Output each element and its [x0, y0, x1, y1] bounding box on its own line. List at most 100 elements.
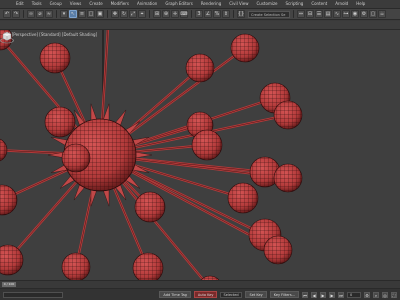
front-sphere-wireframe	[61, 143, 91, 173]
move-icon[interactable]: ✥	[111, 10, 119, 18]
scale-icon[interactable]: ⤢	[129, 10, 137, 18]
menu-group[interactable]: Group	[46, 0, 66, 8]
render-production-icon[interactable]: ☕	[378, 10, 386, 18]
menu-civil-view[interactable]: Civil View	[225, 0, 252, 8]
render-setup-icon[interactable]: ⚙	[360, 10, 368, 18]
current-frame-field[interactable]: 0	[347, 291, 361, 298]
set-key-button[interactable]: Set Key	[245, 291, 267, 298]
place-icon[interactable]: ⌖	[138, 10, 146, 18]
toolbar-divider	[107, 10, 108, 18]
key-mode-dropdown[interactable]: Selected	[220, 291, 243, 298]
menu-customize[interactable]: Customize	[253, 0, 282, 8]
spinner-snap-icon[interactable]: ⇕	[222, 10, 230, 18]
menu-modifiers[interactable]: Modifiers	[107, 0, 133, 8]
menu-help[interactable]: Help	[352, 0, 369, 8]
chandelier-rods	[0, 30, 289, 288]
sphere-wireframe	[0, 184, 18, 216]
scene-svg	[0, 30, 303, 288]
pivot-center-icon[interactable]: ⊕	[162, 10, 170, 18]
sphere-wireframe	[273, 163, 303, 193]
add-time-tag-button[interactable]: Add Time Tag	[159, 291, 191, 298]
sphere-wireframe	[61, 252, 91, 282]
selection-filter-icon[interactable]: ▾	[60, 10, 68, 18]
menu-create[interactable]: Create	[85, 0, 106, 8]
select-by-name-icon[interactable]: ≡	[78, 10, 86, 18]
schematic-view-icon[interactable]: ⊶	[342, 10, 350, 18]
toolbar-divider	[233, 10, 234, 18]
viewport-label[interactable]: [+] [Perspective] [Standard] [Default Sh…	[4, 32, 97, 37]
window-crossing-icon[interactable]: ▣	[96, 10, 104, 18]
toolbar-divider	[23, 10, 24, 18]
toolbar-divider	[293, 10, 294, 18]
unlink-icon[interactable]: ⌀	[36, 10, 44, 18]
toolbar-divider	[149, 10, 150, 18]
toolbar-divider	[56, 10, 57, 18]
sphere-wireframe	[185, 53, 215, 83]
ribbon-tab-strip	[0, 21, 400, 30]
sphere-wireframe	[134, 191, 166, 223]
material-editor-icon[interactable]: ◉	[351, 10, 359, 18]
angle-snap-icon[interactable]: ∠	[204, 10, 212, 18]
main-toolbar: ↶ ↷ ∞ ⌀ ≈ ▾ ↖ ≡ □ ▣ ✥ ↻ ⤢ ⌖ ⊞ ⊕ ✛ ⌨ 3 ∠ …	[0, 9, 400, 20]
maximize-viewport-icon[interactable]: ⛶	[391, 291, 397, 298]
play-icon[interactable]: ▶	[320, 291, 326, 298]
maxscript-listener[interactable]	[3, 291, 63, 298]
select-manipulate-icon[interactable]: ✛	[171, 10, 179, 18]
sphere-wireframe	[0, 138, 8, 162]
time-slider-track[interactable]: 0 / 100	[0, 280, 400, 288]
layer-explorer-icon[interactable]: ☰	[315, 10, 323, 18]
time-slider[interactable]: 0 / 100	[2, 282, 16, 287]
sphere-wireframe	[263, 235, 293, 265]
rectangular-selection-icon[interactable]: □	[87, 10, 95, 18]
redo-icon[interactable]: ↷	[12, 10, 20, 18]
mirror-icon[interactable]: ⇔	[297, 10, 305, 18]
menu-arnold[interactable]: Arnold	[331, 0, 352, 8]
go-to-end-icon[interactable]: ⏭	[338, 291, 344, 298]
rotate-icon[interactable]: ↻	[120, 10, 128, 18]
sphere-wireframe	[230, 33, 260, 63]
menubar: Edit Tools Group Views Create Modifiers Animat…	[0, 0, 400, 9]
keyboard-shortcut-icon[interactable]: ⌨	[180, 10, 188, 18]
sphere-wireframe	[191, 129, 223, 161]
menu-rendering[interactable]: Rendering	[197, 0, 225, 8]
toolbar-divider	[191, 10, 192, 18]
toggle-ribbon-icon[interactable]: ▤	[324, 10, 332, 18]
next-frame-icon[interactable]: ▶	[329, 291, 335, 298]
auto-key-button[interactable]: Auto Key	[193, 291, 218, 298]
selection-set-dropdown[interactable]: Create Selection Se	[248, 10, 290, 18]
menu-content[interactable]: Content	[307, 0, 331, 8]
chandelier-spheres	[0, 30, 303, 288]
sphere-wireframe	[39, 42, 71, 74]
link-icon[interactable]: ∞	[27, 10, 35, 18]
percent-snap-icon[interactable]: %	[213, 10, 221, 18]
menu-animation[interactable]: Animation	[133, 0, 161, 8]
status-bar: Add Time Tag Auto Key Selected Set Key K…	[0, 288, 400, 300]
sphere-wireframe	[273, 100, 303, 130]
key-filters-button[interactable]: Key Filters...	[269, 291, 299, 298]
reference-coordinate-icon[interactable]: ⊞	[153, 10, 161, 18]
sphere-wireframe	[227, 182, 259, 214]
sphere-wireframe	[44, 106, 76, 138]
edit-named-selection-icon[interactable]: {}	[237, 10, 245, 18]
viewcube-icon[interactable]	[0, 30, 14, 44]
undo-icon[interactable]: ↶	[3, 10, 11, 18]
menu-tools[interactable]: Tools	[28, 0, 46, 8]
curve-editor-icon[interactable]: ∿	[333, 10, 341, 18]
bind-spacewarp-icon[interactable]: ≈	[45, 10, 53, 18]
sphere-wireframe	[132, 252, 164, 284]
align-icon[interactable]: ⊟	[306, 10, 314, 18]
menu-edit[interactable]: Edit	[0, 0, 28, 8]
previous-frame-icon[interactable]: ◀	[311, 291, 317, 298]
perspective-viewport[interactable]: [+] [Perspective] [Standard] [Default Sh…	[0, 30, 400, 288]
orbit-icon[interactable]: ◎	[382, 291, 388, 298]
select-object-icon[interactable]: ↖	[69, 10, 77, 18]
menu-graph-editors[interactable]: Graph Editors	[161, 0, 196, 8]
menu-scripting[interactable]: Scripting	[282, 0, 308, 8]
time-configuration-icon[interactable]: ⚙	[364, 291, 370, 298]
zoom-icon[interactable]: ⌕	[373, 291, 379, 298]
rendered-frame-window-icon[interactable]: ▢	[369, 10, 377, 18]
sphere-wireframe	[0, 244, 24, 276]
go-to-start-icon[interactable]: ⏮	[302, 291, 308, 298]
menu-views[interactable]: Views	[66, 0, 86, 8]
snaps-toggle-icon[interactable]: 3	[195, 10, 203, 18]
